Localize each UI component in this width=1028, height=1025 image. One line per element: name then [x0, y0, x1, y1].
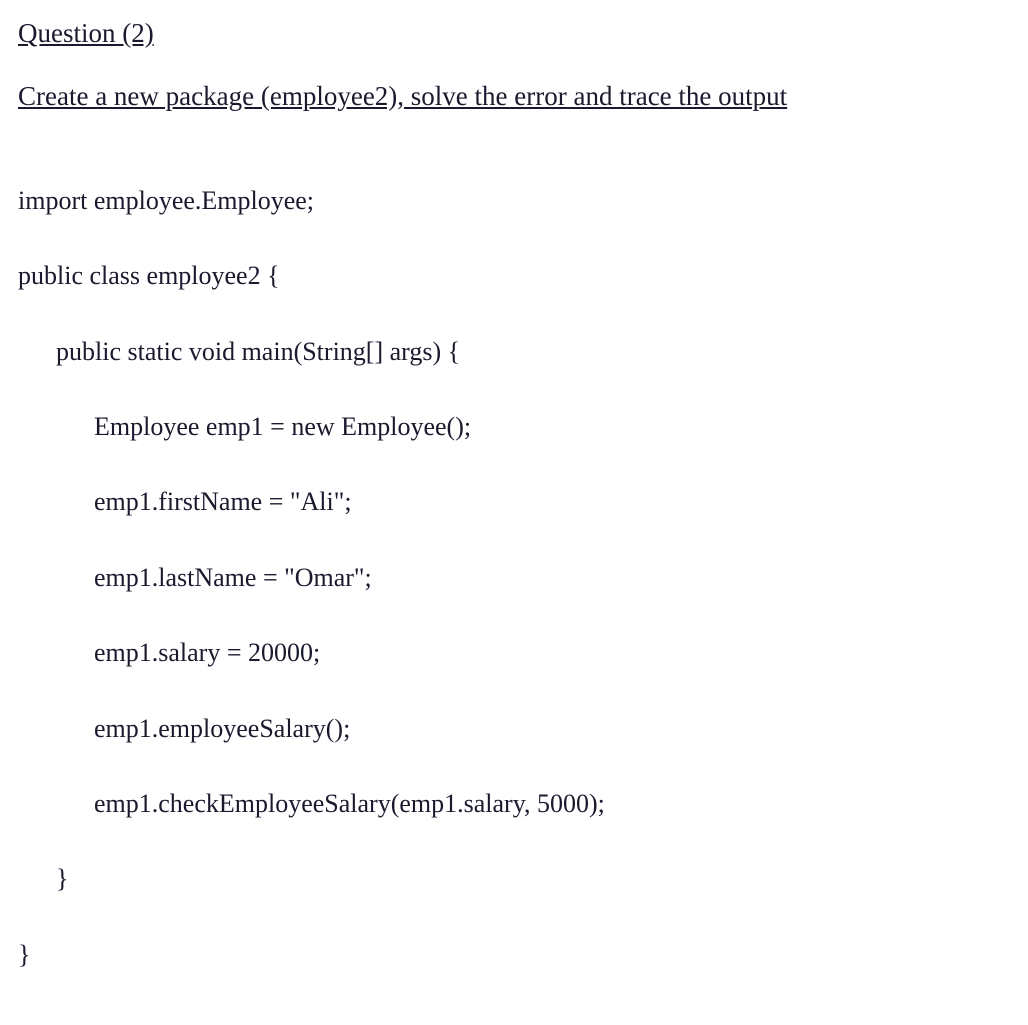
code-line: emp1.employeeSalary();	[18, 710, 1010, 748]
code-line: }	[18, 936, 1010, 974]
code-line: public class employee2 {	[18, 257, 1010, 295]
question-instruction: Create a new package (employee2), solve …	[18, 77, 1010, 116]
code-line: emp1.lastName = "Omar";	[18, 559, 1010, 597]
code-block: import employee.Employee; public class e…	[18, 144, 1010, 1011]
code-line: import employee.Employee;	[18, 182, 1010, 220]
code-line: emp1.firstName = "Ali";	[18, 483, 1010, 521]
code-line: public static void main(String[] args) {	[18, 333, 1010, 371]
code-line: emp1.salary = 20000;	[18, 634, 1010, 672]
code-line: Employee emp1 = new Employee();	[18, 408, 1010, 446]
code-line: }	[18, 860, 1010, 898]
code-line: emp1.checkEmployeeSalary(emp1.salary, 50…	[18, 785, 1010, 823]
question-heading: Question (2)	[18, 14, 1010, 53]
